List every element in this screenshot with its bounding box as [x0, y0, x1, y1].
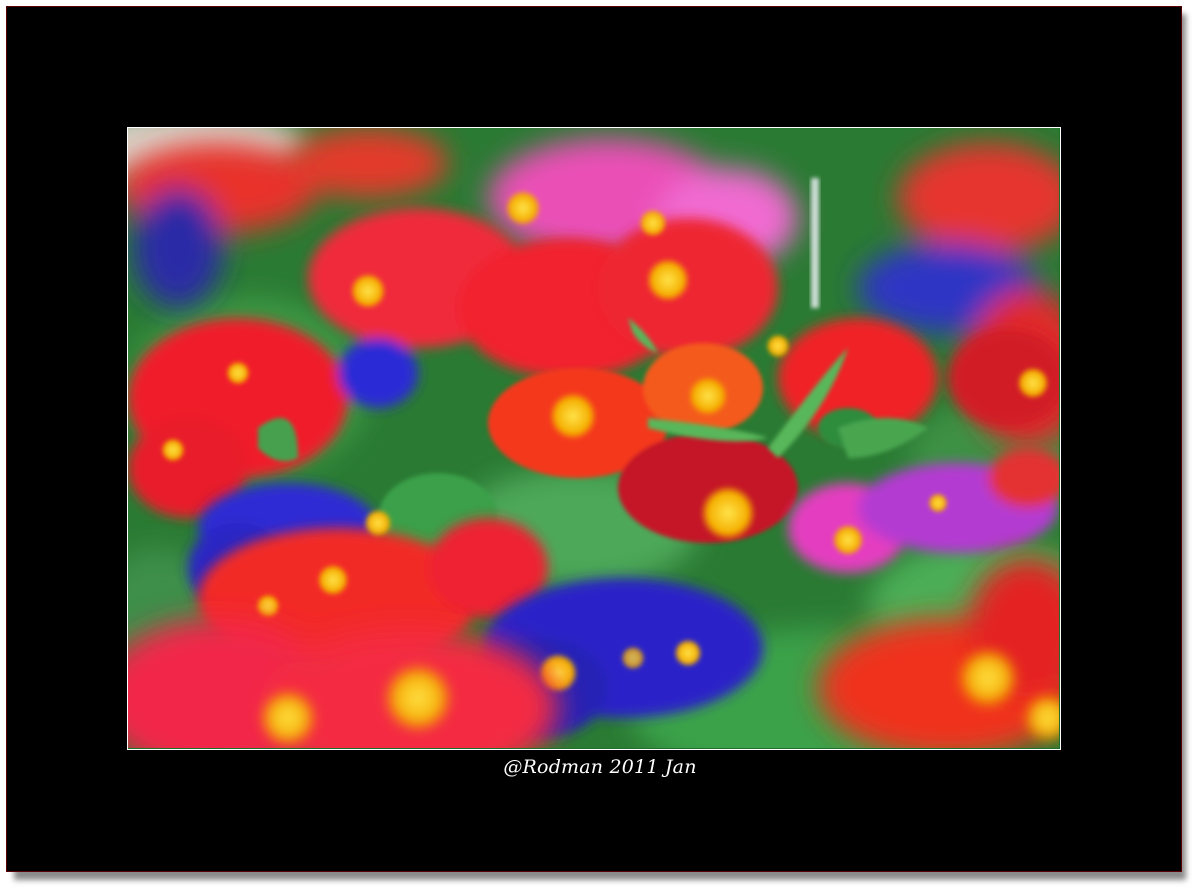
photo-caption: @Rodman 2011 Jan: [503, 756, 697, 778]
page: @Rodman 2011 Jan: [0, 0, 1200, 890]
flower-photo: [128, 128, 1059, 748]
photo: [127, 127, 1061, 750]
